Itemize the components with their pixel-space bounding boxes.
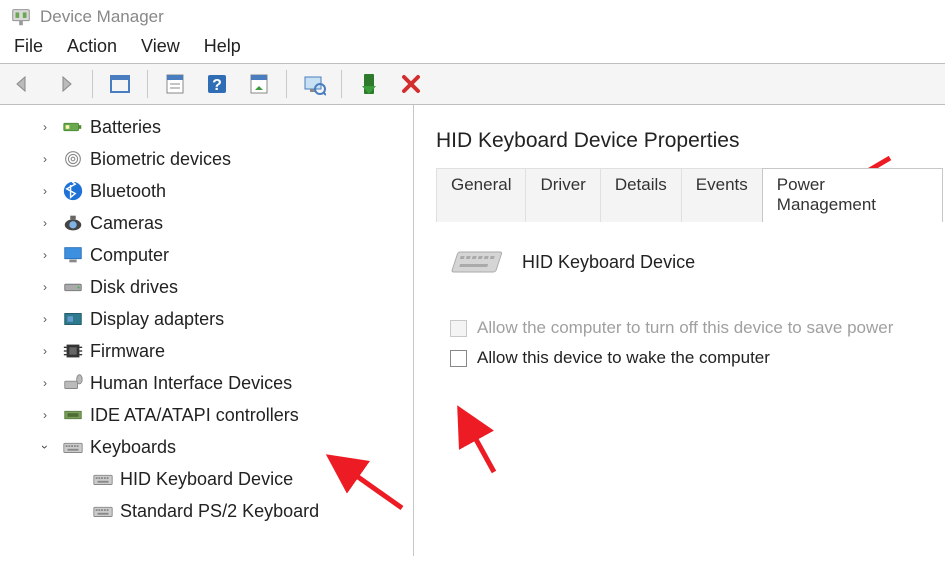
fingerprint-icon [62,148,84,170]
tree-item-keyboards[interactable]: › Keyboards [0,431,413,463]
tab-details[interactable]: Details [600,168,682,222]
chip-icon [62,340,84,362]
tree-label: Bluetooth [90,177,166,205]
app-icon [10,6,32,28]
tree-label: Computer [90,241,169,269]
battery-icon [62,116,84,138]
menu-help[interactable]: Help [204,36,241,57]
tree-label: Standard PS/2 Keyboard [120,497,319,525]
tabs: General Driver Details Events Power Mana… [436,167,943,222]
chevron-right-icon[interactable]: › [38,376,52,390]
tab-driver[interactable]: Driver [525,168,600,222]
scan-hardware-button[interactable] [297,69,331,99]
hid-icon [62,372,84,394]
chevron-right-icon[interactable]: › [38,344,52,358]
keyboard-icon [450,246,506,278]
toolbar: ? [0,63,945,105]
action-button[interactable] [242,69,276,99]
uninstall-device-button[interactable] [394,69,428,99]
tree-item-computer[interactable]: › Computer [0,239,413,271]
update-driver-button[interactable] [352,69,386,99]
tab-events[interactable]: Events [681,168,763,222]
device-tree: › Batteries › Biometric devices › Blueto… [0,105,414,556]
tree-label: IDE ATA/ATAPI controllers [90,401,299,429]
tree-label: Keyboards [90,433,176,461]
monitor-icon [62,244,84,266]
tree-item-biometric[interactable]: › Biometric devices [0,143,413,175]
tree-label: Disk drives [90,273,178,301]
properties-title: HID Keyboard Device Properties [436,129,945,153]
checkbox-turnoff [450,320,467,337]
tree-label: Human Interface Devices [90,369,292,397]
chevron-right-icon[interactable]: › [38,312,52,326]
chevron-right-icon[interactable]: › [38,408,52,422]
chevron-right-icon[interactable]: › [38,280,52,294]
tree-item-ps2-keyboard[interactable]: Standard PS/2 Keyboard [0,495,413,527]
camera-icon [62,212,84,234]
titlebar: Device Manager [0,0,945,32]
tree-item-firmware[interactable]: › Firmware [0,335,413,367]
show-hide-console-button[interactable] [103,69,137,99]
device-name: HID Keyboard Device [522,252,695,273]
tree-item-ide[interactable]: › IDE ATA/ATAPI controllers [0,399,413,431]
tab-general[interactable]: General [436,168,526,222]
chevron-right-icon[interactable]: › [38,248,52,262]
tree-item-cameras[interactable]: › Cameras [0,207,413,239]
chevron-down-icon[interactable]: › [38,440,52,454]
tree-label: Cameras [90,209,163,237]
keyboard-icon [92,468,114,490]
tree-item-batteries[interactable]: › Batteries [0,111,413,143]
checkbox-turnoff-label: Allow the computer to turn off this devi… [477,318,893,338]
tree-item-bluetooth[interactable]: › Bluetooth [0,175,413,207]
checkbox-row-wake[interactable]: Allow this device to wake the computer [450,348,945,368]
tree-item-hid-keyboard[interactable]: HID Keyboard Device [0,463,413,495]
tab-power-management[interactable]: Power Management [762,168,943,222]
tree-item-hid[interactable]: › Human Interface Devices [0,367,413,399]
properties-panel: HID Keyboard Device Properties General D… [414,105,945,556]
chevron-right-icon[interactable]: › [38,216,52,230]
tree-label: Batteries [90,113,161,141]
chevron-right-icon[interactable]: › [38,152,52,166]
window-title: Device Manager [40,7,164,27]
tree-item-disk-drives[interactable]: › Disk drives [0,271,413,303]
checkbox-wake[interactable] [450,350,467,367]
menu-view[interactable]: View [141,36,180,57]
menu-action[interactable]: Action [67,36,117,57]
bluetooth-icon [62,180,84,202]
checkbox-wake-label: Allow this device to wake the computer [477,348,770,368]
back-button[interactable] [6,69,40,99]
chevron-right-icon[interactable]: › [38,120,52,134]
keyboard-icon [92,500,114,522]
forward-button[interactable] [48,69,82,99]
tree-label: Biometric devices [90,145,231,173]
properties-button[interactable] [158,69,192,99]
menu-file[interactable]: File [14,36,43,57]
tree-item-display-adapters[interactable]: › Display adapters [0,303,413,335]
gpu-icon [62,308,84,330]
keyboard-icon [62,436,84,458]
svg-text:?: ? [212,77,222,94]
tree-label: HID Keyboard Device [120,465,293,493]
tree-label: Display adapters [90,305,224,333]
checkbox-row-turnoff: Allow the computer to turn off this devi… [450,318,945,338]
tree-label: Firmware [90,337,165,365]
menubar: File Action View Help [0,32,945,63]
ide-icon [62,404,84,426]
chevron-right-icon[interactable]: › [38,184,52,198]
help-button[interactable]: ? [200,69,234,99]
drive-icon [62,276,84,298]
